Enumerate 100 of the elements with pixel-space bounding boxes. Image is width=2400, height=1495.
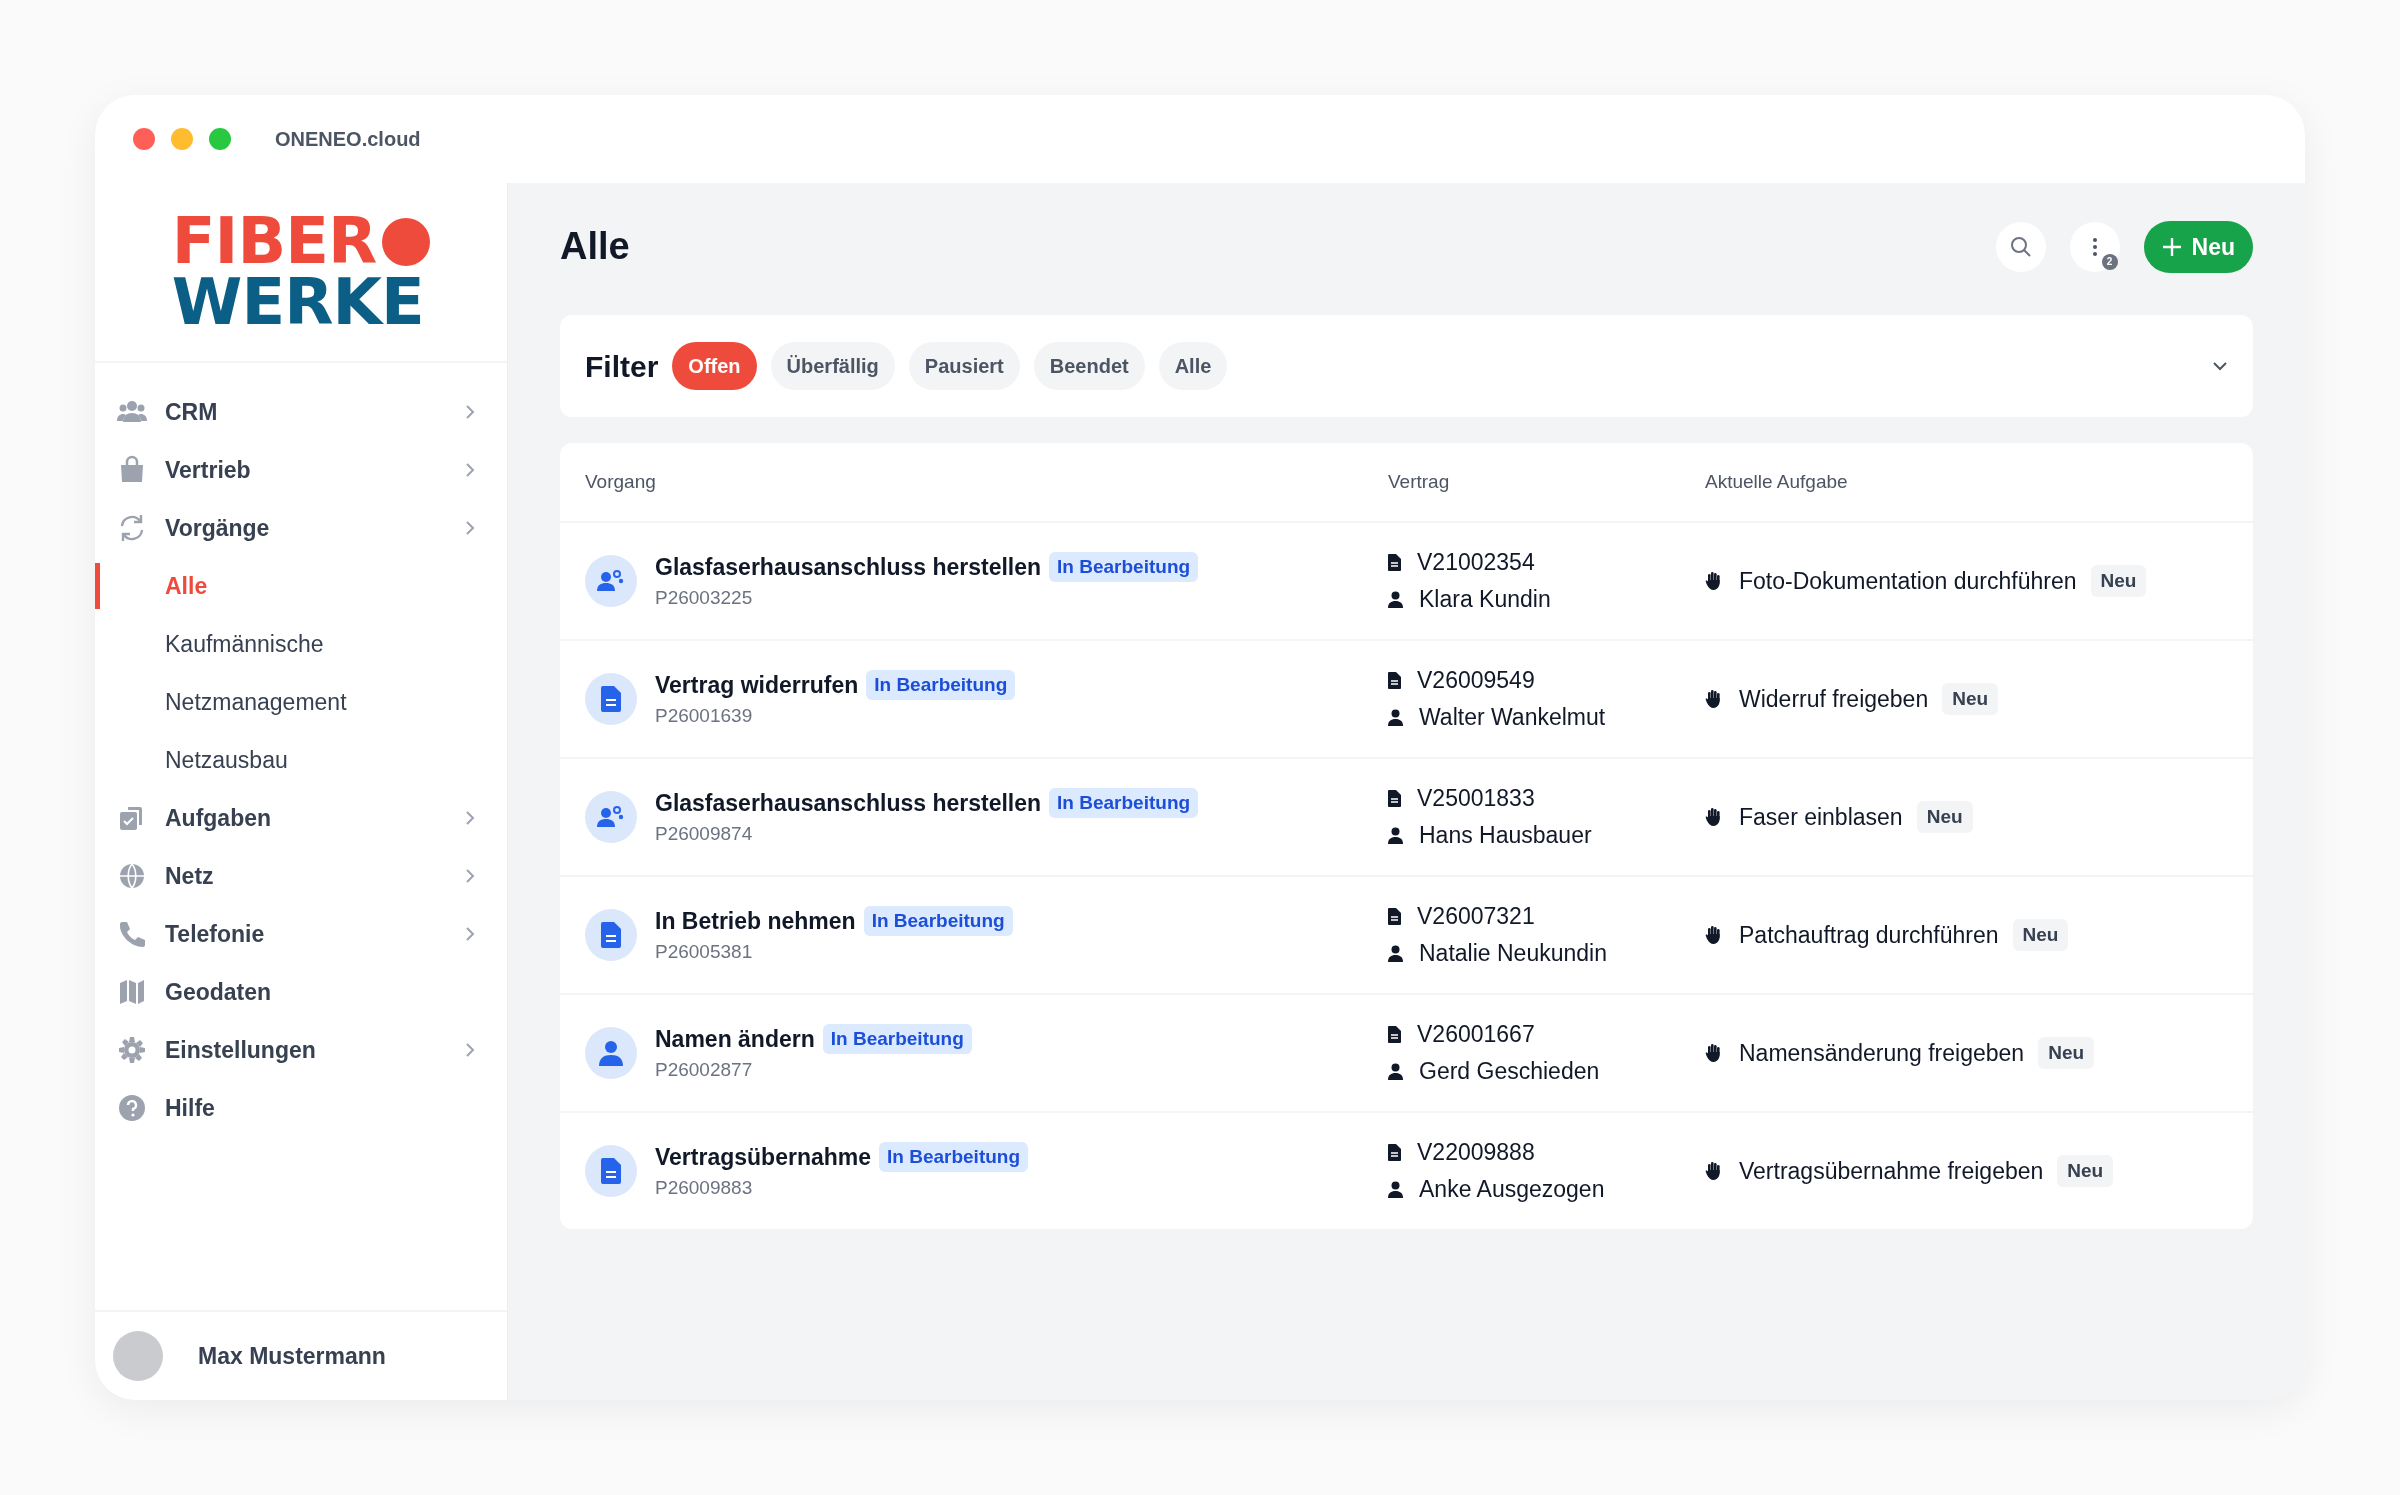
status-badge: In Bearbeitung [863,905,1013,936]
sidebar-item[interactable]: Aufgaben [95,789,507,847]
user-name: Max Mustermann [198,1341,386,1371]
process-title[interactable]: Vertrag widerrufen [655,667,859,702]
search-button[interactable] [1995,222,2046,272]
plus-icon [2161,237,2182,257]
search-icon [2008,235,2033,259]
document-icon [1388,554,1401,572]
close-window-button[interactable] [133,128,155,150]
contract-number[interactable]: V26007321 [1417,898,1535,935]
more-options-button[interactable]: 2 [2069,222,2120,272]
new-badge: Neu [2090,564,2147,598]
customer-name[interactable]: Hans Hausbauer [1419,817,1592,854]
process-title[interactable]: In Betrieb nehmen [655,903,856,938]
filter-chip[interactable]: Pausiert [908,342,1020,390]
status-badge: In Bearbeitung [1049,787,1199,818]
status-badge: In Bearbeitung [879,1141,1029,1172]
task-name[interactable]: Foto-Dokumentation durchführen [1739,563,2077,599]
person-icon [1388,826,1403,844]
document-icon [1388,790,1401,808]
filter-chip[interactable]: Alle [1158,342,1228,390]
sidebar-item[interactable]: Geodaten [95,963,507,1021]
customer-name[interactable]: Anke Ausgezogen [1419,1171,1605,1208]
chevron-down-icon[interactable] [2212,361,2228,371]
person-icon [1388,1180,1403,1198]
new-badge: Neu [1942,682,1999,716]
window-title: ONENEO.cloud [275,127,421,152]
people-gear-icon [597,569,625,593]
filter-chip[interactable]: Überfällig [770,342,895,390]
sidebar-item[interactable]: Vorgänge [95,499,507,557]
person-icon [599,1040,623,1066]
help-icon [117,1093,147,1123]
task-name[interactable]: Patchauftrag durchführen [1739,917,1999,953]
customer-name[interactable]: Klara Kundin [1419,581,1551,618]
document-icon [601,922,621,948]
sidebar-subitem[interactable]: Kaufmännische [95,615,507,673]
sidebar-item[interactable]: Hilfe [95,1079,507,1137]
status-badge: In Bearbeitung [822,1023,972,1054]
status-badge: In Bearbeitung [1049,551,1199,582]
process-id: P26002877 [655,1058,754,1082]
task-name[interactable]: Widerruf freigeben [1739,681,1929,717]
document-icon [1388,672,1401,690]
more-vertical-icon [2091,237,2098,257]
customer-name[interactable]: Natalie Neukundin [1419,935,1607,972]
hand-icon [1705,808,1721,826]
minimize-window-button[interactable] [171,128,193,150]
map-icon [117,977,147,1007]
task-name[interactable]: Faser einblasen [1739,799,1903,835]
sidebar-item[interactable]: Netz [95,847,507,905]
new-badge: Neu [2038,1036,2095,1070]
column-header: Aktuelle Aufgabe [1705,470,1848,492]
process-title[interactable]: Glasfaserhausanschluss herstellen [655,549,1042,584]
customer-name[interactable]: Walter Wankelmut [1419,699,1606,736]
hand-icon [1705,690,1721,708]
hand-icon [1705,1044,1721,1062]
document-icon [601,1158,621,1184]
document-icon [601,686,621,712]
hand-icon [1705,1162,1721,1180]
person-icon [1388,590,1403,608]
sidebar-item[interactable]: Telefonie [95,905,507,963]
task-name[interactable]: Vertragsübernahme freigeben [1739,1153,2044,1189]
contract-number[interactable]: V26001667 [1417,1016,1535,1053]
contract-number[interactable]: V25001833 [1417,780,1535,817]
new-badge: Neu [2057,1154,2114,1188]
process-title[interactable]: Glasfaserhausanschluss herstellen [655,785,1042,820]
phone-icon [117,919,147,949]
new-badge: Neu [2012,918,2069,952]
contract-number[interactable]: V22009888 [1417,1134,1535,1171]
document-icon [1388,1144,1401,1162]
sidebar-subitem[interactable]: Netzausbau [95,731,507,789]
filter-chip[interactable]: Offen [672,342,757,390]
gear-icon [117,1035,147,1065]
process-title[interactable]: Namen ändern [655,1021,815,1056]
process-id: P26003225 [655,586,754,610]
contract-number[interactable]: V26009549 [1417,662,1535,699]
document-icon [1388,908,1401,926]
filter-chip[interactable]: Beendet [1033,342,1145,390]
process-title[interactable]: Vertragsübernahme [655,1139,872,1174]
maximize-window-button[interactable] [209,128,231,150]
person-icon [1388,1062,1403,1080]
new-badge: Neu [1916,800,1973,834]
sidebar-item[interactable]: CRM [95,383,507,441]
process-id: P26001639 [655,704,754,728]
selection-indicator [95,563,100,609]
sidebar-item[interactable]: Einstellungen [95,1021,507,1079]
globe-icon [117,861,147,891]
sidebar-item[interactable]: Vertrieb [95,441,507,499]
notification-count: 2 [2101,254,2118,270]
task-name[interactable]: Namensänderung freigeben [1739,1035,2025,1071]
column-header: Vertrag [1388,470,1450,492]
person-icon [1388,944,1403,962]
process-id: P26009883 [655,1176,754,1200]
contract-number[interactable]: V21002354 [1417,544,1535,581]
hand-icon [1705,572,1721,590]
page-title: Alle [560,224,630,270]
sidebar-subitem[interactable]: Netzmanagement [95,673,507,731]
user-avatar[interactable] [113,1331,163,1381]
customer-name[interactable]: Gerd Geschieden [1419,1053,1600,1090]
column-header: Vorgang [585,470,656,492]
sidebar-subitem[interactable]: Alle [95,557,507,615]
